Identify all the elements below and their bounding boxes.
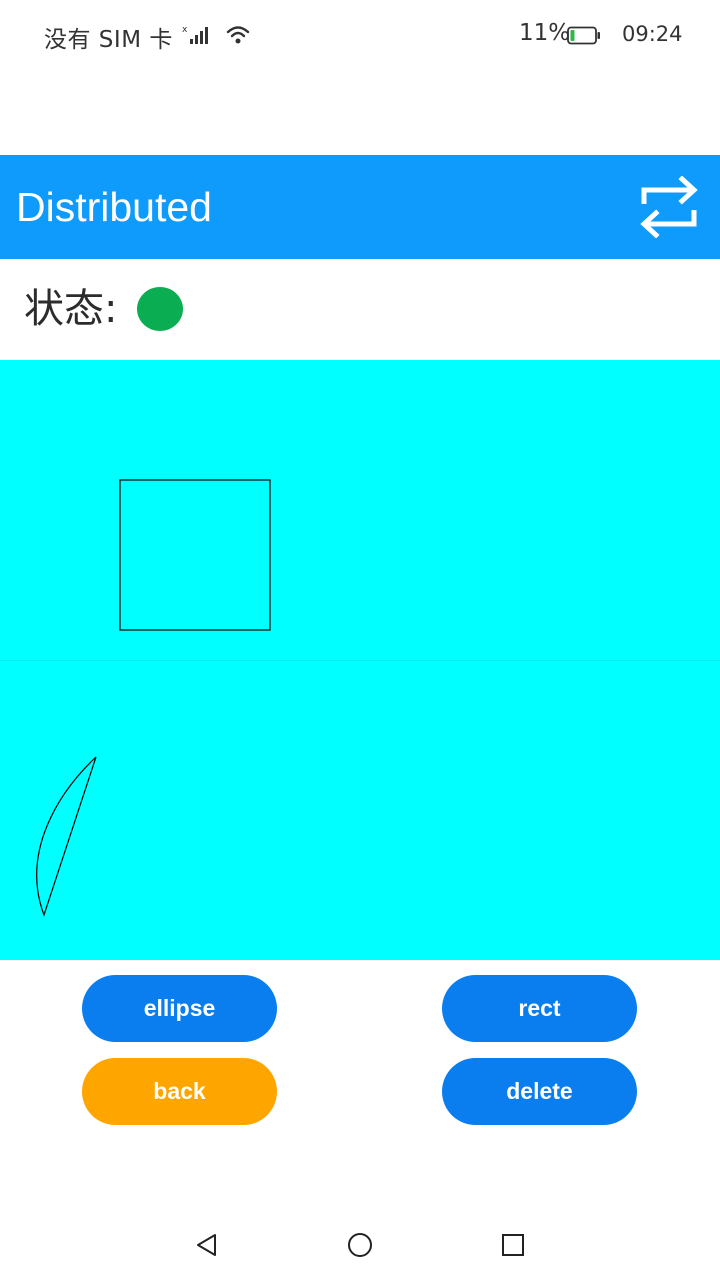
status-bar: 没有 SIM 卡 x 11% 09:24	[0, 0, 720, 72]
battery-percent: 11%	[519, 20, 571, 46]
app-header: Distributed	[0, 155, 720, 259]
switch-arrows-icon[interactable]	[640, 175, 698, 239]
drawn-rectangle	[119, 479, 271, 631]
status-indicator-dot	[137, 287, 183, 331]
rect-button[interactable]: rect	[442, 975, 637, 1042]
clock-time: 09:24	[622, 22, 683, 46]
wifi-icon	[226, 24, 250, 50]
app-screen: 没有 SIM 卡 x 11% 09:24 Distributed 状态: ell…	[0, 0, 720, 1280]
system-nav-bar	[0, 1210, 720, 1280]
ellipse-button[interactable]: ellipse	[82, 975, 277, 1042]
drawn-ellipse-arc	[36, 756, 97, 917]
battery-icon	[567, 26, 601, 50]
carrier-text: 没有 SIM 卡	[44, 27, 173, 53]
back-button[interactable]: back	[82, 1058, 277, 1125]
circle-home-icon[interactable]	[345, 1230, 375, 1260]
status-label: 状态:	[24, 286, 118, 332]
svg-text:x: x	[182, 25, 188, 35]
square-recent-icon[interactable]	[498, 1230, 528, 1260]
drawing-canvas-bottom[interactable]	[0, 661, 720, 960]
drawing-canvas-top[interactable]	[0, 360, 720, 660]
signal-icon: x	[182, 24, 210, 50]
delete-button[interactable]: delete	[442, 1058, 637, 1125]
triangle-back-icon[interactable]	[192, 1230, 222, 1260]
connection-status-row: 状态:	[0, 259, 720, 360]
page-title: Distributed	[16, 184, 212, 230]
